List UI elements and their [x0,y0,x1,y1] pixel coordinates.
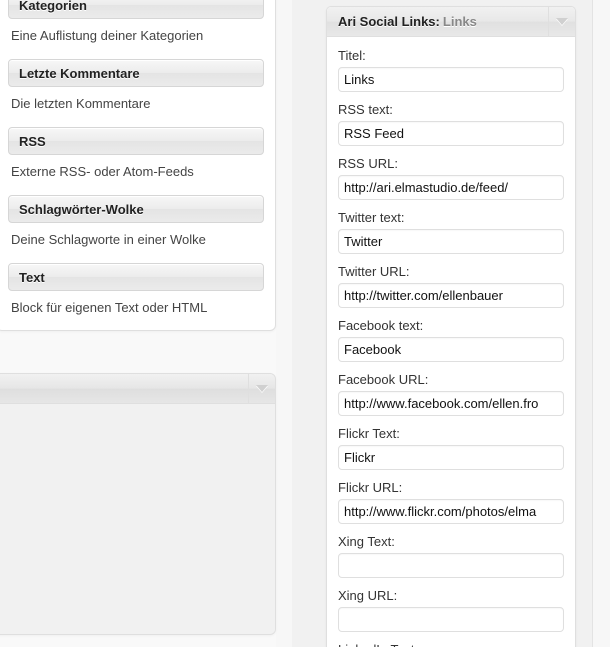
xing-url-input[interactable] [338,607,564,632]
widgets-screen: Kategorien Eine Auflistung deiner Katego… [0,0,610,647]
widget-title[interactable]: Letzte Kommentare [8,58,264,87]
field-label-rss-text: RSS text: [338,102,393,117]
chevron-down-icon [556,18,568,25]
sidebar-box-body [0,404,275,634]
widget-title[interactable]: Text [8,262,264,291]
field-xing-url: Xing URL: [338,587,564,632]
available-widget-text[interactable]: Text Block für eigenen Text oder HTML [0,262,275,331]
field-title: Titel: [338,47,564,92]
available-widgets-panel: Kategorien Eine Auflistung deiner Katego… [0,0,276,332]
widget-settings-body: Titel: RSS text: RSS URL: Twitter text: … [327,37,575,647]
available-widget-letzte-kommentare[interactable]: Letzte Kommentare Die letzten Kommentare [0,58,275,127]
widget-settings-instance: Links [442,14,477,29]
field-flickr-text: Flickr Text: [338,425,564,470]
field-label-twitter-text: Twitter text: [338,210,405,225]
background-gutter-inner [276,0,292,647]
field-label-facebook-text: Facebook text: [338,318,424,333]
field-twitter-url: Twitter URL: [338,263,564,308]
twitter-text-input[interactable] [338,229,564,254]
rss-text-input[interactable] [338,121,564,146]
field-label-title: Titel: [338,48,366,63]
field-flickr-url: Flickr URL: [338,479,564,524]
field-label-twitter-url: Twitter URL: [338,264,410,279]
flickr-text-input[interactable] [338,445,564,470]
widget-settings-header[interactable]: Ari Social Links: Links [327,7,575,37]
widget-description: Externe RSS- oder Atom-Feeds [11,163,194,179]
widget-title[interactable]: Schlagwörter-Wolke [8,194,264,223]
available-widget-rss[interactable]: RSS Externe RSS- oder Atom-Feeds [0,126,275,195]
sidebar-box-toggle-button[interactable] [248,374,275,403]
field-facebook-text: Facebook text: [338,317,564,362]
field-label-linkedin-text: LinkedIn Text: [338,641,564,647]
field-facebook-url: Facebook URL: [338,371,564,416]
widget-settings-title: Ari Social Links [338,14,436,29]
available-widget-schlagwoerter-wolke[interactable]: Schlagwörter-Wolke Deine Schlagworte in … [0,194,275,263]
background-far-right-column [592,0,610,647]
widget-description: Block für eigenen Text oder HTML [11,299,208,315]
widget-description: Deine Schlagworte in einer Wolke [11,231,206,247]
xing-text-input[interactable] [338,553,564,578]
field-label-facebook-url: Facebook URL: [338,372,429,387]
field-linkedin-text: LinkedIn Text: [338,641,564,647]
field-rss-url: RSS URL: [338,155,564,200]
widget-settings-panel: Ari Social Links:Links Titel: RSS text: … [326,6,576,647]
chevron-down-icon [256,385,268,392]
facebook-url-input[interactable] [338,391,564,416]
field-rss-text: RSS text: [338,101,564,146]
field-label-flickr-url: Flickr URL: [338,480,403,495]
field-xing-text: Xing Text: [338,533,564,578]
sidebar-box [0,373,276,635]
widget-title[interactable]: Kategorien [8,0,264,19]
twitter-url-input[interactable] [338,283,564,308]
title-input[interactable] [338,67,564,92]
widget-description: Eine Auflistung deiner Kategorien [11,28,204,43]
rss-url-input[interactable] [338,175,564,200]
sidebar-box-header[interactable] [0,374,275,404]
field-twitter-text: Twitter text: [338,209,564,254]
field-label-xing-url: Xing URL: [338,588,398,603]
widget-settings-toggle-button[interactable] [548,7,575,36]
field-label-xing-text: Xing Text: [338,534,395,549]
field-label-rss-url: RSS URL: [338,156,398,171]
widget-title[interactable]: RSS [8,126,264,155]
widget-settings-separator: : [435,14,440,29]
field-label-flickr-text: Flickr Text: [338,426,400,441]
flickr-url-input[interactable] [338,499,564,524]
facebook-text-input[interactable] [338,337,564,362]
available-widget-kategorien[interactable]: Kategorien Eine Auflistung deiner Katego… [0,0,275,59]
widget-description: Die letzten Kommentare [11,95,151,111]
